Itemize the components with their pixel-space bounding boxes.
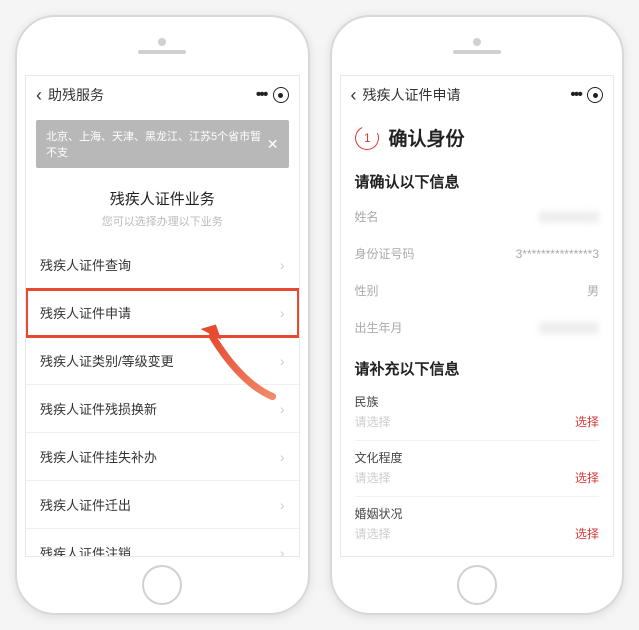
info-value [539, 211, 599, 223]
phone-right: ‹ 残疾人证件申请 ••• 1 确认身份 请确认以下信息 姓名 身份证号码 3*… [330, 15, 625, 615]
screen-right: ‹ 残疾人证件申请 ••• 1 确认身份 请确认以下信息 姓名 身份证号码 3*… [340, 75, 615, 557]
info-value: 3***************3 [516, 247, 599, 261]
phone-bottom [17, 557, 308, 613]
chevron-right-icon: › [280, 449, 285, 465]
banner-text: 北京、上海、天津、黑龙江、江苏5个省市暂不支 [46, 128, 267, 160]
target-icon[interactable] [273, 87, 289, 103]
menu-label: 残疾人证件迁出 [40, 495, 131, 514]
chevron-right-icon: › [280, 401, 285, 417]
nav-bar: ‹ 残疾人证件申请 ••• [341, 76, 614, 114]
info-label: 性别 [355, 282, 379, 299]
more-icon[interactable]: ••• [256, 86, 267, 104]
menu-cancel[interactable]: 残疾人证件注销 › [26, 529, 299, 556]
select-button[interactable]: 选择 [575, 469, 599, 486]
menu-change[interactable]: 残疾人证类别/等级变更 › [26, 337, 299, 385]
nav-title: 助残服务 [48, 85, 256, 105]
info-value [539, 322, 599, 334]
menu-reissue[interactable]: 残疾人证件挂失补办 › [26, 433, 299, 481]
supp-placeholder: 请选择 [355, 525, 403, 542]
confirm-title: 请确认以下信息 [341, 159, 614, 198]
supp-placeholder: 请选择 [355, 413, 391, 430]
camera-icon [158, 38, 166, 46]
info-label: 出生年月 [355, 319, 403, 336]
menu-apply[interactable]: 残疾人证件申请 › [26, 289, 299, 337]
menu-label: 残疾人证件挂失补办 [40, 447, 157, 466]
info-name: 姓名 [341, 198, 614, 235]
chevron-right-icon: › [280, 497, 285, 513]
chevron-right-icon: › [280, 353, 285, 369]
nav-bar: ‹ 助残服务 ••• [26, 76, 299, 114]
menu-query[interactable]: 残疾人证件查询 › [26, 241, 299, 289]
menu-label: 残疾人证件查询 [40, 255, 131, 274]
content-right[interactable]: 1 确认身份 请确认以下信息 姓名 身份证号码 3***************… [341, 114, 614, 556]
chevron-right-icon: › [280, 305, 285, 321]
speaker-icon [138, 50, 186, 54]
info-idnum: 身份证号码 3***************3 [341, 235, 614, 272]
info-gender: 性别 男 [341, 272, 614, 309]
section-header: 残疾人证件业务 您可以选择办理以下业务 [26, 174, 299, 241]
menu-label: 残疾人证件注销 [40, 543, 131, 556]
select-button[interactable]: 选择 [575, 525, 599, 542]
menu-transfer[interactable]: 残疾人证件迁出 › [26, 481, 299, 529]
supp-label: 婚姻状况 [355, 505, 403, 522]
nav-actions: ••• [256, 86, 289, 104]
home-button-icon [142, 565, 182, 605]
supp-marriage[interactable]: 婚姻状况 请选择 选择 [341, 497, 614, 552]
back-icon[interactable]: ‹ [351, 85, 357, 106]
supp-placeholder: 请选择 [355, 469, 403, 486]
speaker-icon [453, 50, 501, 54]
step-badge-icon: 1 [351, 122, 382, 153]
info-value: 男 [587, 282, 599, 299]
close-icon[interactable]: ✕ [267, 136, 279, 153]
info-label: 姓名 [355, 208, 379, 225]
notice-banner: 北京、上海、天津、黑龙江、江苏5个省市暂不支 ✕ [36, 120, 289, 168]
supp-education[interactable]: 文化程度 请选择 选择 [341, 441, 614, 496]
section-subtitle: 您可以选择办理以下业务 [26, 213, 299, 229]
phone-bottom [332, 557, 623, 613]
step-header: 1 确认身份 [341, 114, 614, 159]
screen-left: ‹ 助残服务 ••• 北京、上海、天津、黑龙江、江苏5个省市暂不支 ✕ 残疾人证… [25, 75, 300, 557]
phone-left: ‹ 助残服务 ••• 北京、上海、天津、黑龙江、江苏5个省市暂不支 ✕ 残疾人证… [15, 15, 310, 615]
chevron-right-icon: › [280, 257, 285, 273]
target-icon[interactable] [587, 87, 603, 103]
supp-title: 请补充以下信息 [341, 346, 614, 385]
info-label: 身份证号码 [355, 245, 415, 262]
step-title: 确认身份 [389, 124, 465, 151]
phone-top [332, 17, 623, 75]
nav-actions: ••• [570, 86, 603, 104]
info-birth: 出生年月 [341, 309, 614, 346]
menu-replace[interactable]: 残疾人证件残损换新 › [26, 385, 299, 433]
content-left[interactable]: 北京、上海、天津、黑龙江、江苏5个省市暂不支 ✕ 残疾人证件业务 您可以选择办理… [26, 114, 299, 556]
camera-icon [473, 38, 481, 46]
chevron-right-icon: › [280, 545, 285, 557]
more-icon[interactable]: ••• [570, 86, 581, 104]
supp-ethnic[interactable]: 民族 请选择 选择 [341, 385, 614, 440]
back-icon[interactable]: ‹ [36, 85, 42, 106]
nav-title: 残疾人证件申请 [363, 85, 571, 105]
menu-label: 残疾人证件申请 [40, 303, 131, 322]
phone-top [17, 17, 308, 75]
select-button[interactable]: 选择 [575, 413, 599, 430]
section-title: 残疾人证件业务 [26, 188, 299, 209]
menu-label: 残疾人证类别/等级变更 [40, 351, 174, 370]
menu-label: 残疾人证件残损换新 [40, 399, 157, 418]
home-button-icon [457, 565, 497, 605]
supp-label: 民族 [355, 393, 391, 410]
supp-label: 文化程度 [355, 449, 403, 466]
